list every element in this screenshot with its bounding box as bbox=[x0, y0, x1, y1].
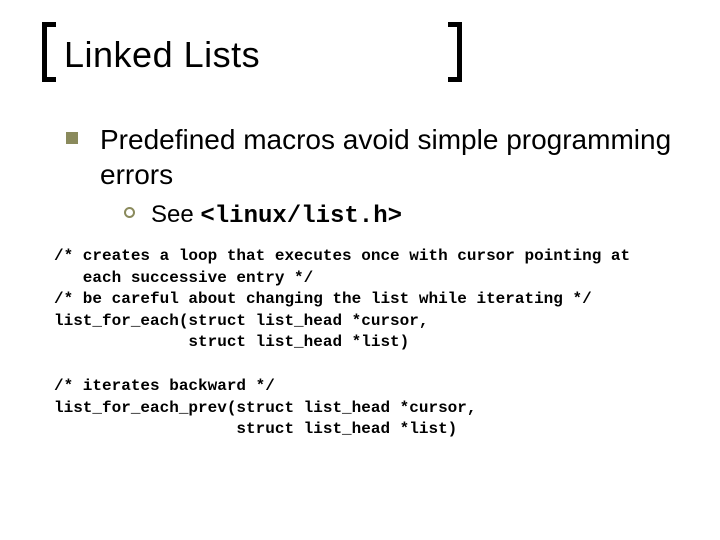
slide: Linked Lists Predefined macros avoid sim… bbox=[0, 0, 720, 540]
code-gap bbox=[54, 354, 680, 376]
slide-body: Predefined macros avoid simple programmi… bbox=[56, 122, 680, 441]
bracket-left-icon bbox=[42, 22, 56, 82]
code-line: list_for_each(struct list_head *cursor, bbox=[54, 312, 428, 330]
slide-title: Linked Lists bbox=[56, 28, 680, 82]
code-line: struct list_head *list) bbox=[54, 420, 457, 438]
sub1-prefix: See bbox=[151, 201, 200, 228]
code-line: /* be careful about changing the list wh… bbox=[54, 290, 592, 308]
code-line: /* iterates backward */ bbox=[54, 377, 275, 395]
code-line: struct list_head *list) bbox=[54, 333, 409, 351]
circle-bullet-icon bbox=[124, 207, 135, 218]
code-line: list_for_each_prev(struct list_head *cur… bbox=[54, 399, 476, 417]
bullet-level1: Predefined macros avoid simple programmi… bbox=[66, 122, 680, 192]
bullet-level2: See <linux/list.h> bbox=[124, 200, 680, 232]
bracket-right-icon bbox=[448, 22, 462, 82]
code-block: /* creates a loop that executes once wit… bbox=[54, 246, 680, 441]
sub1-code: <linux/list.h> bbox=[200, 203, 402, 230]
code-line: each successive entry */ bbox=[54, 269, 313, 287]
title-wrap: Linked Lists bbox=[56, 28, 680, 82]
bullet1-text: Predefined macros avoid simple programmi… bbox=[100, 122, 680, 192]
sub-bullet-text: See <linux/list.h> bbox=[151, 200, 402, 232]
code-line: /* creates a loop that executes once wit… bbox=[54, 247, 630, 265]
square-bullet-icon bbox=[66, 132, 78, 144]
